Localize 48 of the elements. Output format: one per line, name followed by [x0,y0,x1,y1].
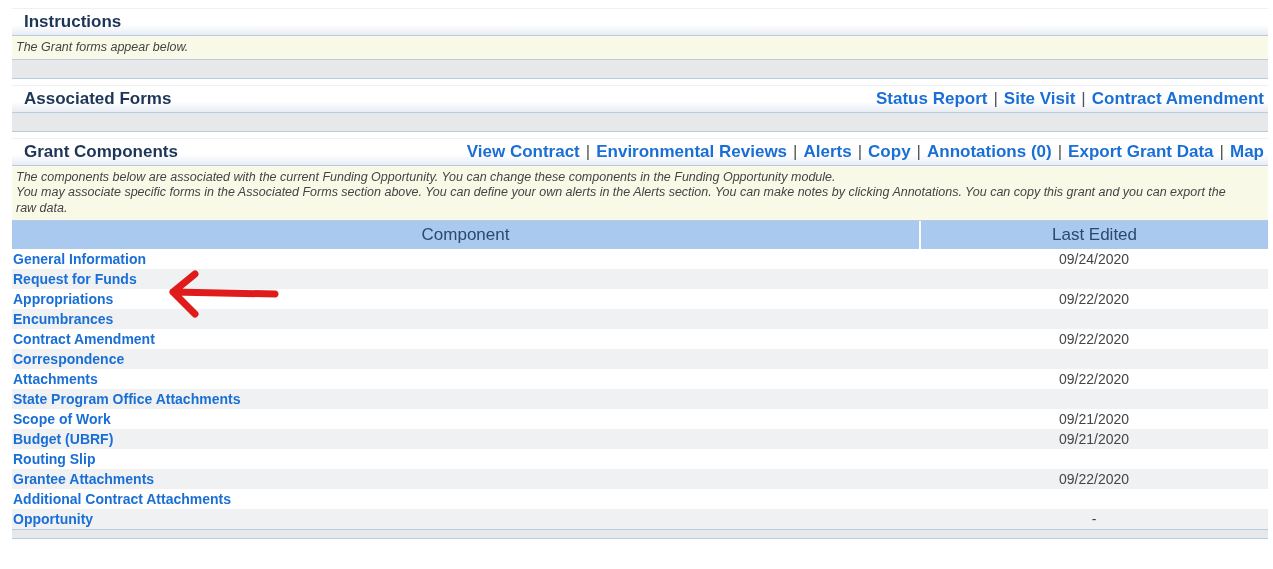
date-cell: 09/22/2020 [1058,370,1130,387]
component-link[interactable]: Opportunity [13,510,94,527]
section-title: Associated Forms [24,88,172,109]
date-cell: 09/21/2020 [1058,410,1130,427]
header-link[interactable]: View Contract [466,141,580,162]
component-link[interactable]: Grantee Attachments [13,470,155,487]
header-link[interactable]: Copy [868,141,911,162]
component-link[interactable]: General Information [13,250,147,267]
component-link[interactable]: Routing Slip [13,450,96,467]
link-separator: | [1081,88,1086,109]
component-link[interactable]: State Program Office Attachments [13,390,241,407]
component-link[interactable]: Scope of Work [13,410,111,427]
instructions-note: The Grant forms appear below. [12,36,1268,60]
header-link[interactable]: Alerts [803,141,852,162]
header-link[interactable]: Export Grant Data [1068,141,1214,162]
date-cell: - [1091,510,1097,527]
component-link[interactable]: Additional Contract Attachments [13,490,232,507]
component-link[interactable]: Appropriations [13,290,114,307]
component-link[interactable]: Contract Amendment [13,330,155,347]
link-separator: | [585,141,591,162]
link-separator: | [857,141,863,162]
header-link[interactable]: Annotations (0) [927,141,1052,162]
description-text: The components below are associated with the current Funding Opportunity. You can change these components in the Funding Opportunity module. [16,169,837,186]
link-separator: | [1219,141,1224,162]
date-cell: 09/24/2020 [1058,250,1130,267]
link-separator: | [1057,141,1063,162]
component-link[interactable]: Request for Funds [13,270,137,287]
header-link[interactable]: Status Report [875,88,988,109]
header-link[interactable]: Site Visit [1003,88,1076,109]
link-separator: | [993,88,998,109]
component-link[interactable]: Attachments [13,370,98,387]
description-text: You may associate specific forms in the Associated Forms section above. You can define your own alerts in the Alerts section. You can make notes by clicking Annotations. You can copy this grant and you can export the raw data. [16,185,1227,217]
header-link[interactable]: Environmental Reviews [596,141,788,162]
link-separator: | [916,141,921,162]
date-cell: 09/22/2020 [1058,470,1130,487]
component-link[interactable]: Budget (UBRF) [13,430,114,447]
column-header: Component [12,220,920,249]
date-cell: 09/22/2020 [1058,330,1130,347]
link-separator: | [793,141,798,162]
date-cell: 09/21/2020 [1058,430,1130,447]
header-link[interactable]: Contract Amendment [1091,88,1264,109]
component-link[interactable]: Correspondence [13,350,125,367]
header-link[interactable]: Map [1230,141,1264,162]
date-cell: 09/22/2020 [1058,290,1130,307]
section-title: Grant Components [24,141,178,162]
column-header: Last Edited [920,220,1268,249]
component-link[interactable]: Encumbrances [13,310,114,327]
section-title: Instructions [24,12,122,32]
